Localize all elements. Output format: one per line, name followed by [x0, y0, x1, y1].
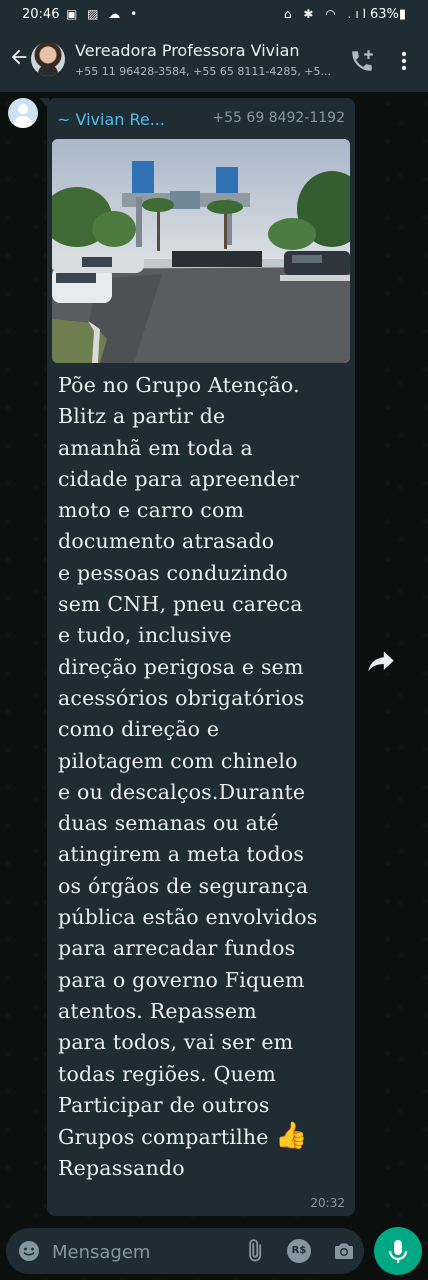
- message-body: Põe no Grupo Atenção. Blitz a partir de …: [58, 373, 318, 1150]
- battery-indicator: 63%▮: [369, 7, 406, 22]
- message-input[interactable]: [50, 1236, 234, 1268]
- emoji-icon[interactable]: [17, 1239, 41, 1263]
- message-bubble[interactable]: ~ Vivian Re... +55 69 8492-1192 Põe no G…: [39, 98, 355, 1216]
- mic-icon[interactable]: [374, 1227, 422, 1275]
- message-timestamp: 20:32: [310, 1196, 345, 1210]
- message-text: Põe no Grupo Atenção. Blitz a partir de …: [58, 370, 350, 1185]
- thumbs-up-emoji: 👍: [275, 1121, 308, 1152]
- notification-icons: ▣ ▨ ☁ •: [66, 7, 141, 21]
- status-time: 20:46: [22, 7, 60, 22]
- message-photo[interactable]: [52, 139, 350, 363]
- add-call-icon[interactable]: [349, 48, 375, 74]
- default-avatar-icon: [18, 104, 28, 114]
- message-composer: R$: [6, 1228, 364, 1274]
- forward-icon[interactable]: [364, 643, 398, 677]
- sender-name[interactable]: ~ Vivian Re...: [57, 110, 165, 129]
- camera-icon[interactable]: [332, 1239, 356, 1263]
- back-arrow-icon[interactable]: [6, 46, 32, 74]
- status-bar: 20:46 ▣ ▨ ☁ • ⌂ ✱ ◠ .ıl 63%▮: [0, 0, 428, 32]
- chat-header: Vereadora Professora Vivian +55 11 96428…: [0, 32, 428, 92]
- message-closing: Repassando: [58, 1156, 185, 1181]
- attach-icon[interactable]: [242, 1239, 266, 1263]
- contact-members[interactable]: +55 11 96428-3584, +55 65 8111-4285, +5.…: [75, 65, 337, 78]
- sender-avatar[interactable]: [8, 98, 38, 128]
- sender-phone: +55 69 8492-1192: [212, 110, 345, 126]
- currency-icon[interactable]: R$: [287, 1239, 311, 1263]
- contact-name[interactable]: Vereadora Professora Vivian: [75, 41, 300, 60]
- more-vert-icon[interactable]: [394, 48, 414, 74]
- system-icons: ⌂ ✱ ◠ .ıl: [283, 7, 370, 21]
- contact-avatar[interactable]: [31, 42, 65, 76]
